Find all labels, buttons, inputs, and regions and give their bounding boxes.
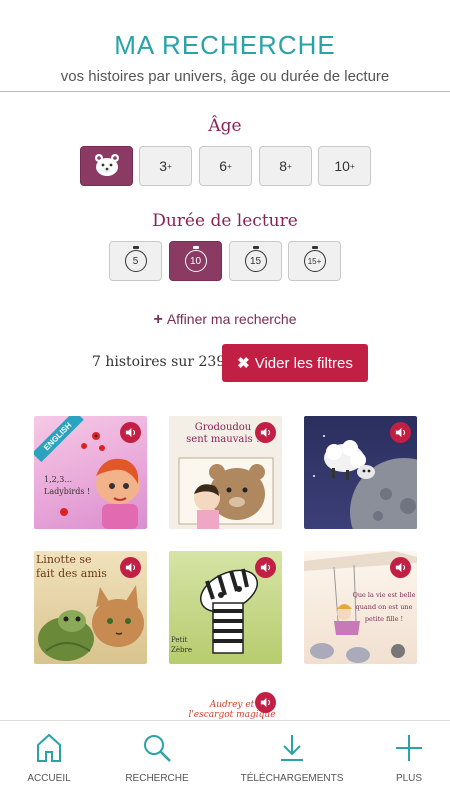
age-option-baby[interactable] [80,146,133,186]
age-option-10[interactable]: 10 + [318,146,371,186]
plus-icon [396,735,422,761]
home-icon [37,733,61,762]
results-count: 7 histoires sur 239 [92,354,226,370]
refine-search-link[interactable]: + Affiner ma recherche [0,311,450,329]
header: MA RECHERCHE vos histoires par univers, … [0,0,450,92]
story-title: Que la vie est belle quand on est une pe… [352,591,416,623]
teddy-bear-icon [93,153,121,180]
page-title: MA RECHERCHE [114,30,336,60]
story-card-sheep-moon[interactable] [304,416,417,529]
timer-icon: 15+ [303,246,326,272]
nav-accueil[interactable]: ACCUEIL [14,733,84,784]
age-option-3[interactable]: 3 + [139,146,192,186]
story-title: Grodoudou sent mauvais ! [186,422,260,445]
nav-telechargements[interactable]: TÉLÉCHARGEMENTS [232,733,352,784]
age-option-8[interactable]: 8 + [259,146,312,186]
duration-option-15[interactable]: 15 [229,241,282,281]
nav-recherche[interactable]: RECHERCHE [117,733,197,784]
plus-icon: + [153,311,163,328]
clear-filters-button[interactable]: ✖ Vider les filtres [222,344,368,382]
sound-icon[interactable] [390,422,411,443]
timer-icon: 10 [184,246,207,272]
duration-label: Durée de lecture [152,211,298,231]
bottom-nav: ACCUEIL RECHERCHE TÉLÉCHARGEMENTS PLUS [0,720,450,800]
close-icon: ✖ [237,355,250,372]
story-card-ladybirds[interactable]: ENGLISH 1,2,3... Ladybirds ! [34,416,147,529]
duration-option-10[interactable]: 10 [169,241,222,281]
sound-icon[interactable] [255,557,276,578]
page-subtitle: vos histoires par univers, âge ou durée … [60,68,390,85]
age-label: Âge [208,116,242,136]
story-title: Linotte se fait des amis [36,553,107,580]
sound-icon[interactable] [120,422,141,443]
timer-icon: 5 [124,246,147,272]
story-card-petit-zebre[interactable]: Petit Zèbre [169,551,282,664]
story-title: Petit Zèbre [171,636,192,654]
story-card-grodoudou[interactable]: Grodoudou sent mauvais ! [169,416,282,529]
download-icon [281,735,303,761]
story-card-audrey[interactable]: Audrey et l'escargot magique [169,686,282,720]
timer-icon: 15 [244,246,267,272]
sound-icon[interactable] [120,557,141,578]
sound-icon[interactable] [255,422,276,443]
story-card-vie-est-belle[interactable]: Que la vie est belle quand on est une pe… [304,551,417,664]
sound-icon[interactable] [390,557,411,578]
duration-option-5[interactable]: 5 [109,241,162,281]
story-card-linotte[interactable]: Linotte se fait des amis [34,551,147,664]
age-option-6[interactable]: 6 + [199,146,252,186]
sound-icon[interactable] [255,692,276,713]
story-title: 1,2,3... Ladybirds ! [44,475,91,496]
search-icon [144,735,171,762]
duration-option-15-plus[interactable]: 15+ [288,241,341,281]
nav-plus[interactable]: PLUS [384,733,434,784]
